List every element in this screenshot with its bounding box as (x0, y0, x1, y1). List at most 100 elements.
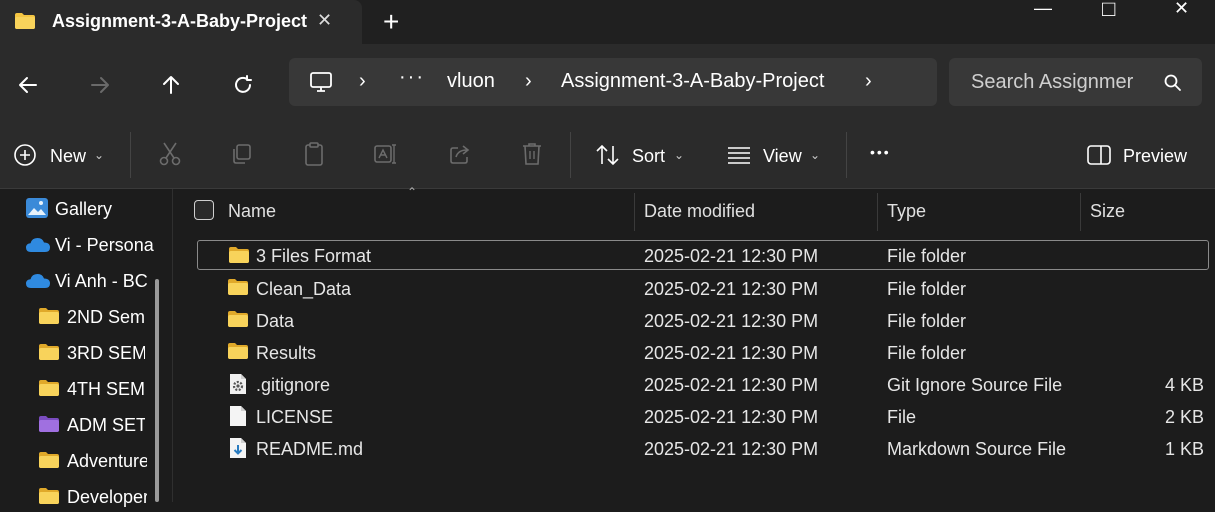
sidebar-item-folder[interactable]: Developer (0, 480, 160, 512)
sort-indicator-icon: ⌃ (407, 185, 418, 199)
sidebar-item-onedrive-personal[interactable]: Vi - Persona (0, 228, 160, 260)
up-button[interactable] (154, 68, 188, 102)
sidebar-item-folder[interactable]: 3RD SEM (0, 336, 160, 368)
toolbar-divider (570, 132, 571, 178)
sidebar-item-folder[interactable]: 2ND Sem (0, 300, 160, 332)
preview-label: Preview (1123, 146, 1188, 166)
file-name: LICENSE (256, 407, 334, 427)
folder-icon (39, 380, 59, 396)
column-header-size[interactable]: Size (1090, 201, 1125, 222)
tab-close-button[interactable]: ✕ (317, 10, 332, 31)
sidebar-item-folder[interactable]: ADM SET (0, 408, 160, 440)
file-name: Data (256, 311, 295, 331)
folder-icon (229, 247, 249, 263)
share-button[interactable] (446, 140, 474, 168)
file-type: Git Ignore Source File (887, 375, 1063, 395)
sidebar-item-label: Vi - Persona (55, 235, 154, 255)
preview-button[interactable]: Preview (1084, 138, 1204, 172)
search-box[interactable]: Search Assignmer (949, 58, 1202, 106)
file-type: File folder (887, 343, 967, 363)
breadcrumb-chevron[interactable]: › (359, 70, 366, 93)
sidebar-item-label: 2ND Sem (67, 307, 145, 327)
file-name: 3 Files Format (256, 246, 372, 266)
arrow-right-icon (91, 77, 109, 93)
delete-button[interactable] (518, 140, 546, 168)
file-row-folder[interactable]: Data 2025-02-21 12:30 PM File folder (197, 305, 1209, 335)
sidebar-item-label: Gallery (55, 199, 113, 219)
more-options-button[interactable]: ••• (870, 144, 891, 160)
arrow-left-icon (19, 77, 37, 93)
file-row-file[interactable]: .gitignore 2025-02-21 12:30 PM Git Ignor… (197, 369, 1209, 399)
file-row-folder[interactable]: Results 2025-02-21 12:30 PM File folder (197, 337, 1209, 367)
select-all-checkbox[interactable] (194, 200, 214, 220)
folder-purple-icon (39, 416, 59, 432)
file-type: File folder (887, 311, 967, 331)
back-button[interactable] (11, 68, 45, 102)
sidebar-scrollbar[interactable] (155, 279, 159, 502)
chevron-down-icon: ⌄ (810, 148, 821, 162)
column-divider[interactable] (634, 193, 635, 231)
breadcrumb-chevron[interactable]: › (525, 70, 532, 93)
file-icon (230, 406, 246, 426)
sidebar-item-folder[interactable]: 4TH SEM (0, 372, 160, 404)
file-row-file[interactable]: LICENSE 2025-02-21 12:30 PM File 2 KB (197, 401, 1209, 431)
breadcrumb-chevron[interactable]: › (865, 70, 872, 93)
close-window-button[interactable]: ✕ (1174, 0, 1189, 19)
file-name: .gitignore (256, 375, 331, 395)
search-icon (1164, 74, 1181, 91)
share-icon (450, 145, 470, 164)
new-label: New (50, 146, 87, 166)
rename-button[interactable] (372, 140, 400, 168)
breadcrumb-ellipsis[interactable]: ··· (399, 66, 425, 89)
new-button[interactable]: New ⌄ (10, 138, 110, 172)
sidebar-item-onedrive-business[interactable]: Vi Anh - BC (0, 264, 160, 296)
sidebar-item-label: 3RD SEM (67, 343, 145, 363)
file-name: Clean_Data (256, 279, 352, 299)
column-divider[interactable] (877, 193, 878, 231)
gallery-icon (26, 198, 48, 218)
maximize-button[interactable]: □ (1102, 0, 1115, 22)
file-type: Markdown Source File (887, 439, 1067, 459)
refresh-button[interactable] (226, 68, 260, 102)
toolbar-divider (846, 132, 847, 178)
tab-active[interactable]: Assignment-3-A-Baby-Project ✕ (0, 0, 362, 44)
toolbar-divider (130, 132, 131, 178)
rename-icon (374, 144, 396, 164)
file-row-folder[interactable]: 3 Files Format 2025-02-21 12:30 PM File … (197, 240, 1209, 270)
file-type: File (887, 407, 917, 427)
column-header-date[interactable]: Date modified (644, 201, 755, 222)
sidebar-item-folder[interactable]: Adventure (0, 444, 160, 476)
file-row-file[interactable]: README.md 2025-02-21 12:30 PM Markdown S… (197, 433, 1209, 463)
breadcrumb-item-project[interactable]: Assignment-3-A-Baby-Project (561, 70, 824, 93)
file-date: 2025-02-21 12:30 PM (644, 279, 819, 299)
search-input[interactable]: Search Assignmer (971, 71, 1136, 94)
copy-button[interactable] (228, 140, 256, 168)
breadcrumb-item-vluon[interactable]: vluon (447, 70, 495, 93)
file-name: Results (256, 343, 317, 363)
column-divider[interactable] (1080, 193, 1081, 231)
minimize-button[interactable]: — (1034, 0, 1052, 19)
new-tab-button[interactable]: + (383, 6, 399, 38)
sidebar-item-label: 4TH SEM (67, 379, 145, 399)
file-list: ⌃ Name Date modified Type Size 3 Files F… (173, 185, 1215, 502)
sort-button[interactable]: Sort ⌄ (592, 138, 692, 172)
file-name: README.md (256, 439, 364, 459)
file-date: 2025-02-21 12:30 PM (644, 311, 819, 331)
cloud-icon (26, 238, 50, 252)
markdown-file-icon (230, 438, 246, 458)
address-bar[interactable]: › ··· vluon › Assignment-3-A-Baby-Projec… (289, 58, 937, 106)
chevron-down-icon: ⌄ (94, 148, 105, 162)
view-button[interactable]: View ⌄ (724, 138, 834, 172)
column-header-type[interactable]: Type (887, 201, 926, 222)
folder-icon (228, 311, 248, 327)
sort-icon (596, 144, 619, 166)
paste-button[interactable] (300, 140, 328, 168)
column-header-name[interactable]: Name (228, 201, 276, 222)
cut-button[interactable] (156, 140, 184, 168)
sidebar-item-gallery[interactable]: Gallery (0, 192, 160, 224)
file-row-folder[interactable]: Clean_Data 2025-02-21 12:30 PM File fold… (197, 273, 1209, 303)
file-date: 2025-02-21 12:30 PM (644, 246, 819, 266)
plus-circle-icon (14, 144, 36, 166)
file-date: 2025-02-21 12:30 PM (644, 343, 819, 363)
forward-button[interactable] (83, 68, 117, 102)
